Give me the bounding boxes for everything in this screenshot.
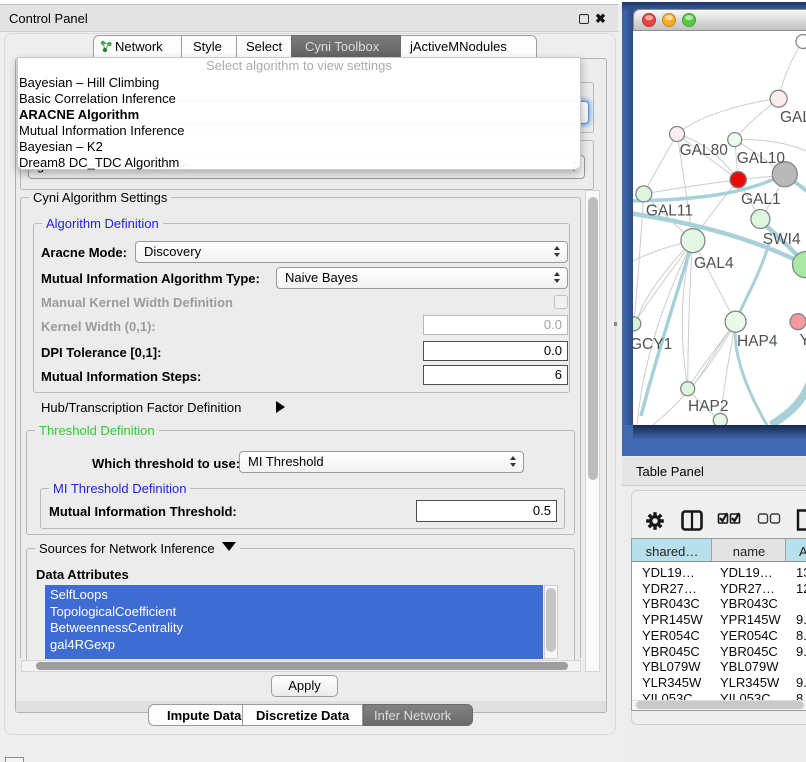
svg-text:Y: Y: [800, 332, 806, 349]
svg-text:HAP4: HAP4: [737, 333, 778, 350]
svg-text:GAL4: GAL4: [694, 255, 734, 272]
svg-text:GAL80: GAL80: [680, 142, 729, 159]
svg-text:GAL1: GAL1: [741, 191, 781, 208]
svg-text:GAL8: GAL8: [780, 109, 806, 126]
svg-text:GAL11: GAL11: [646, 203, 693, 220]
svg-text:SWI4: SWI4: [763, 231, 801, 248]
svg-text:HAP2: HAP2: [688, 398, 729, 415]
svg-text:GCY1: GCY1: [633, 336, 672, 353]
svg-text:GAL10: GAL10: [737, 150, 786, 167]
